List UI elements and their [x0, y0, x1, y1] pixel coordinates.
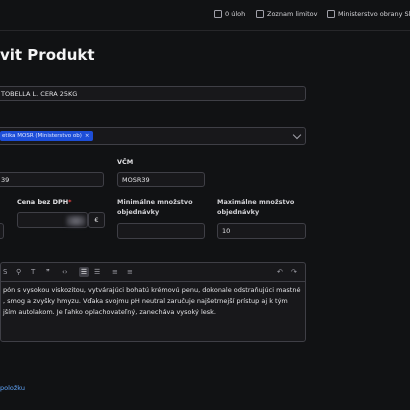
currency-symbol: €: [94, 216, 99, 224]
price-label: Cena bez DPH*: [17, 197, 72, 207]
vcm-input[interactable]: MOSR39: [117, 172, 205, 187]
add-item-link[interactable]: položku: [0, 384, 25, 392]
category-tag-remove-icon[interactable]: ×: [85, 133, 90, 139]
description-text[interactable]: pón s vysokou viskozitou, vytvárajúci bo…: [3, 285, 301, 318]
blurred-price-value: [66, 215, 86, 227]
page-title: vit Produkt: [0, 46, 95, 64]
category-tag-label: etika MOSR (Ministerstvo ob): [2, 133, 82, 139]
currency-suffix: €: [88, 212, 105, 228]
limits-icon: [256, 10, 264, 18]
bullet-list-icon[interactable]: ☰: [79, 267, 89, 277]
heading-icon[interactable]: T: [31, 267, 35, 277]
code-input[interactable]: 39: [0, 172, 104, 187]
code-icon[interactable]: ‹›: [62, 267, 68, 277]
price-label-text: Cena bez DPH: [17, 198, 69, 206]
limits-link[interactable]: Zoznam limitov: [256, 10, 317, 18]
strike-icon[interactable]: S: [3, 267, 7, 277]
product-name-value: TOBELLA L. CERA 25KG: [1, 89, 78, 98]
category-tag: etika MOSR (Ministerstvo ob) ×: [0, 131, 93, 141]
min-qty-input[interactable]: [117, 223, 205, 239]
indent-icon[interactable]: ≡: [112, 267, 118, 277]
top-bar: 0 úloh Zoznam limitov Ministerstvo obran…: [0, 0, 410, 31]
organization-icon: [327, 10, 335, 18]
max-qty-label: Maximálne množstvo objednávky: [217, 198, 295, 216]
vcm-label: VČM: [117, 158, 134, 166]
editor-toolbar: S ⚲ T ❞ ‹› ☰ ☰ ≡ ≡ ↶ ↷: [1, 263, 305, 282]
max-qty-input[interactable]: 10: [217, 223, 306, 239]
tasks-link[interactable]: 0 úloh: [214, 10, 245, 18]
limits-label: Zoznam limitov: [267, 10, 318, 18]
outdent-icon[interactable]: ≡: [127, 267, 133, 277]
product-name-input[interactable]: TOBELLA L. CERA 25KG: [0, 86, 306, 101]
tasks-icon: [214, 10, 222, 18]
description-editor[interactable]: S ⚲ T ❞ ‹› ☰ ☰ ≡ ≡ ↶ ↷ pón s vysokou vis…: [0, 262, 306, 342]
vcm-value: MOSR39: [122, 175, 150, 184]
tasks-label: 0 úloh: [225, 10, 246, 18]
link-icon[interactable]: ⚲: [16, 267, 21, 277]
partial-input[interactable]: [0, 223, 4, 239]
organization-label: Ministerstvo obrany Slo: [338, 10, 410, 18]
ordered-list-icon[interactable]: ☰: [94, 267, 100, 277]
min-qty-label: Minimálne množstvo objednávky: [117, 198, 193, 216]
undo-icon[interactable]: ↶: [277, 267, 283, 277]
required-marker: *: [68, 198, 72, 206]
max-qty-value: 10: [222, 227, 231, 235]
quote-icon[interactable]: ❞: [46, 267, 50, 277]
redo-icon[interactable]: ↷: [291, 267, 297, 277]
code-value: 39: [1, 175, 10, 184]
organization-link[interactable]: Ministerstvo obrany Slo: [327, 10, 410, 18]
